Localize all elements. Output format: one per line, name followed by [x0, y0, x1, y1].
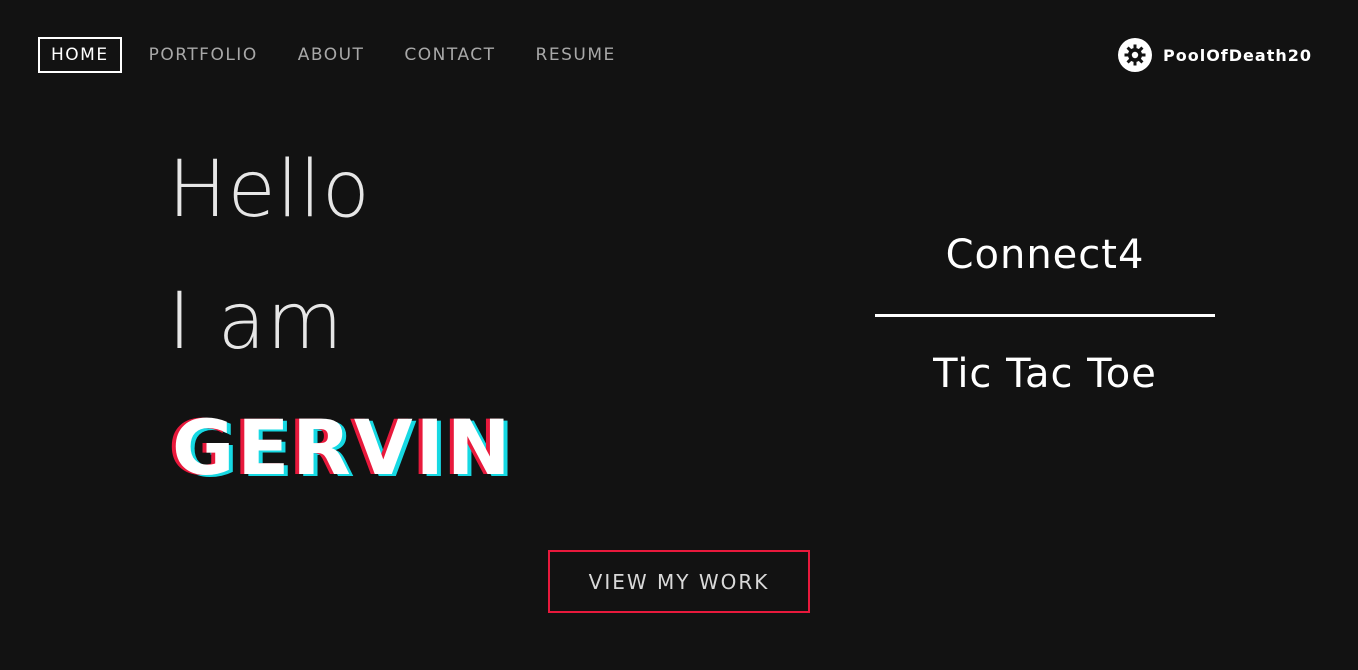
nav-item-contact[interactable]: CONTACT [391, 37, 508, 73]
gear-icon [1118, 38, 1152, 72]
view-my-work-button[interactable]: VIEW MY WORK [548, 550, 810, 613]
project-link-tic-tac-toe[interactable]: Tic Tac Toe [875, 351, 1215, 397]
hero-name: GERVIN [172, 403, 514, 492]
hero-intro: I am [168, 277, 344, 367]
user-profile-link[interactable]: PoolOfDeath20 [1118, 38, 1312, 72]
project-list: Connect4 Tic Tac Toe [875, 232, 1215, 397]
main-nav: HOME PORTFOLIO ABOUT CONTACT RESUME [38, 37, 643, 73]
nav-item-resume[interactable]: RESUME [523, 37, 629, 73]
username: PoolOfDeath20 [1163, 45, 1312, 65]
project-divider [875, 314, 1215, 317]
page: HOME PORTFOLIO ABOUT CONTACT RESUME Pool… [0, 0, 1358, 670]
nav-item-home[interactable]: HOME [38, 37, 122, 73]
nav-item-about[interactable]: ABOUT [285, 37, 378, 73]
nav-item-portfolio[interactable]: PORTFOLIO [136, 37, 271, 73]
hero-greeting: Hello [168, 145, 371, 235]
project-link-connect4[interactable]: Connect4 [875, 232, 1215, 278]
